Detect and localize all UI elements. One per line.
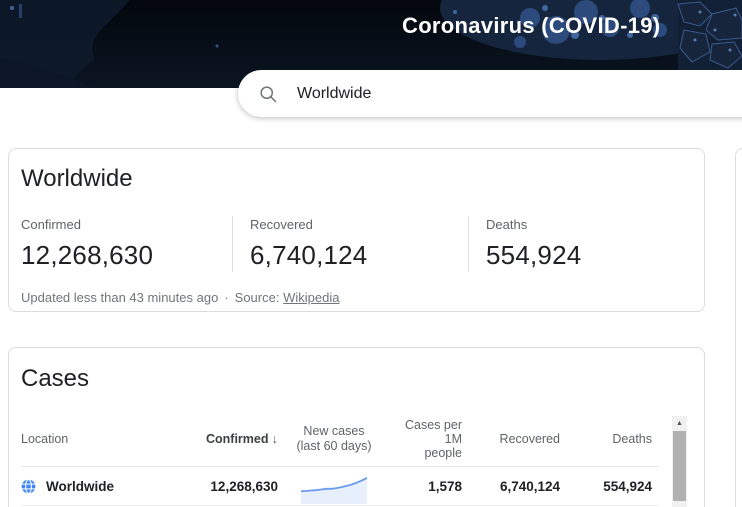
row-confirmed-cell: 12,268,630 — [210, 478, 278, 494]
row-location-cell: Worldwide — [21, 479, 186, 494]
column-header-new-cases-line1: New cases — [303, 424, 365, 438]
cases-card: Cases Location Confirmed ↓ New cases (las… — [8, 347, 705, 507]
row-deaths-cell: 554,924 — [603, 478, 652, 494]
scroll-up-button[interactable]: ▲ — [672, 416, 687, 430]
stat-recovered-label: Recovered — [250, 217, 313, 232]
cases-table-header: Location Confirmed ↓ New cases (last 60 d… — [21, 412, 659, 466]
stat-recovered-value: 6,740,124 — [250, 240, 368, 270]
stat-deaths-value: 554,924 — [486, 240, 582, 270]
column-header-per1m-line3: people — [424, 446, 462, 460]
stat-recovered: Recovered 6,740,124 — [232, 216, 468, 272]
column-header-confirmed-label: Confirmed — [206, 432, 269, 446]
column-header-recovered[interactable]: Recovered — [462, 432, 560, 447]
source-prefix: Source: — [234, 290, 280, 305]
summary-stats: Confirmed 12,268,630 Recovered 6,740,124… — [21, 216, 692, 272]
column-header-per1m-line1: Cases per — [405, 418, 462, 432]
page-title: Coronavirus (COVID-19) — [402, 13, 661, 38]
row-new-cases-cell — [278, 467, 390, 505]
scrollbar-thumb[interactable] — [673, 431, 686, 501]
search-icon[interactable] — [258, 84, 278, 104]
row-cases-per-1m-cell: 1,578 — [428, 478, 462, 494]
search-input[interactable] — [297, 84, 677, 103]
column-header-per1m-line2: 1M — [444, 432, 462, 446]
stat-deaths-label: Deaths — [486, 217, 528, 232]
search-bar[interactable] — [238, 70, 742, 117]
table-row-worldwide[interactable]: Worldwide 12,268,630 1,578 6,740,124 554… — [21, 467, 659, 506]
source-link[interactable]: Wikipedia — [283, 290, 339, 305]
column-header-new-cases[interactable]: New cases (last 60 days) — [278, 424, 390, 454]
updated-line: Updated less than 43 minutes ago · Source:… — [21, 290, 692, 305]
globe-icon — [21, 478, 36, 494]
dot-separator: · — [224, 290, 229, 305]
column-header-cases-per-1m[interactable]: Cases per 1M people — [390, 418, 462, 460]
column-header-location[interactable]: Location — [21, 432, 186, 447]
worldwide-summary-card: Worldwide Confirmed 12,268,630 Recovered… — [8, 148, 705, 312]
column-header-confirmed[interactable]: Confirmed ↓ — [186, 431, 278, 447]
column-header-deaths[interactable]: Deaths — [560, 432, 659, 447]
stat-deaths: Deaths 554,924 — [468, 216, 692, 272]
new-cases-sparkline — [301, 477, 367, 504]
stat-confirmed: Confirmed 12,268,630 — [21, 216, 232, 272]
column-header-new-cases-line2: (last 60 days) — [296, 439, 372, 453]
stat-confirmed-label: Confirmed — [21, 217, 81, 232]
scrollbar[interactable]: ▲ — [672, 416, 687, 507]
row-recovered-cell: 6,740,124 — [499, 478, 560, 494]
cases-card-title: Cases — [21, 365, 90, 392]
updated-text: Updated less than 43 minutes ago — [21, 290, 219, 305]
summary-card-title: Worldwide — [21, 165, 133, 192]
row-location-label: Worldwide — [46, 478, 115, 494]
adjacent-card-edge — [735, 148, 742, 507]
stat-confirmed-value: 12,268,630 — [21, 240, 154, 270]
